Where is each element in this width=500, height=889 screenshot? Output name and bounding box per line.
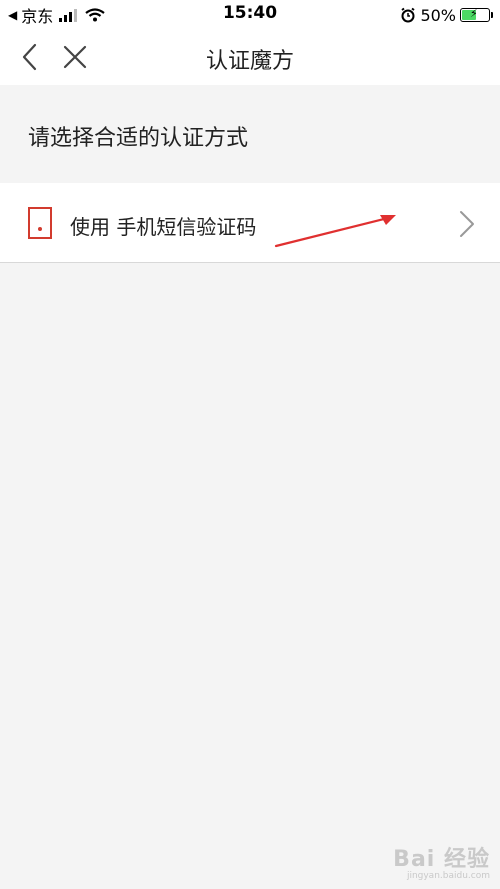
option-label: 使用 手机短信验证码	[70, 215, 257, 239]
phone-icon	[28, 207, 52, 239]
chevron-right-icon	[460, 211, 474, 237]
page-title: 认证魔方	[205, 49, 294, 74]
battery-percent: 50%	[420, 5, 456, 25]
alarm-icon	[401, 7, 416, 23]
watermark-url: jingyan.baidu.com	[406, 871, 490, 881]
sms-verification-option[interactable]: 使用 手机短信验证码	[0, 183, 500, 263]
status-bar-right: 50% ⚡	[400, 4, 493, 26]
section-title: 请选择合适的认证方式	[28, 126, 249, 151]
watermark: Bai 经验 jingyan.baidu.com	[393, 841, 490, 881]
watermark-brand: Bai 经验	[393, 847, 490, 872]
status-bar: ◀ 京东 15:40 50% ⚡	[0, 0, 500, 30]
nav-bar: 认证魔方	[0, 30, 500, 85]
battery-icon: ⚡	[460, 7, 493, 22]
annotation-arrow-icon	[274, 215, 396, 248]
